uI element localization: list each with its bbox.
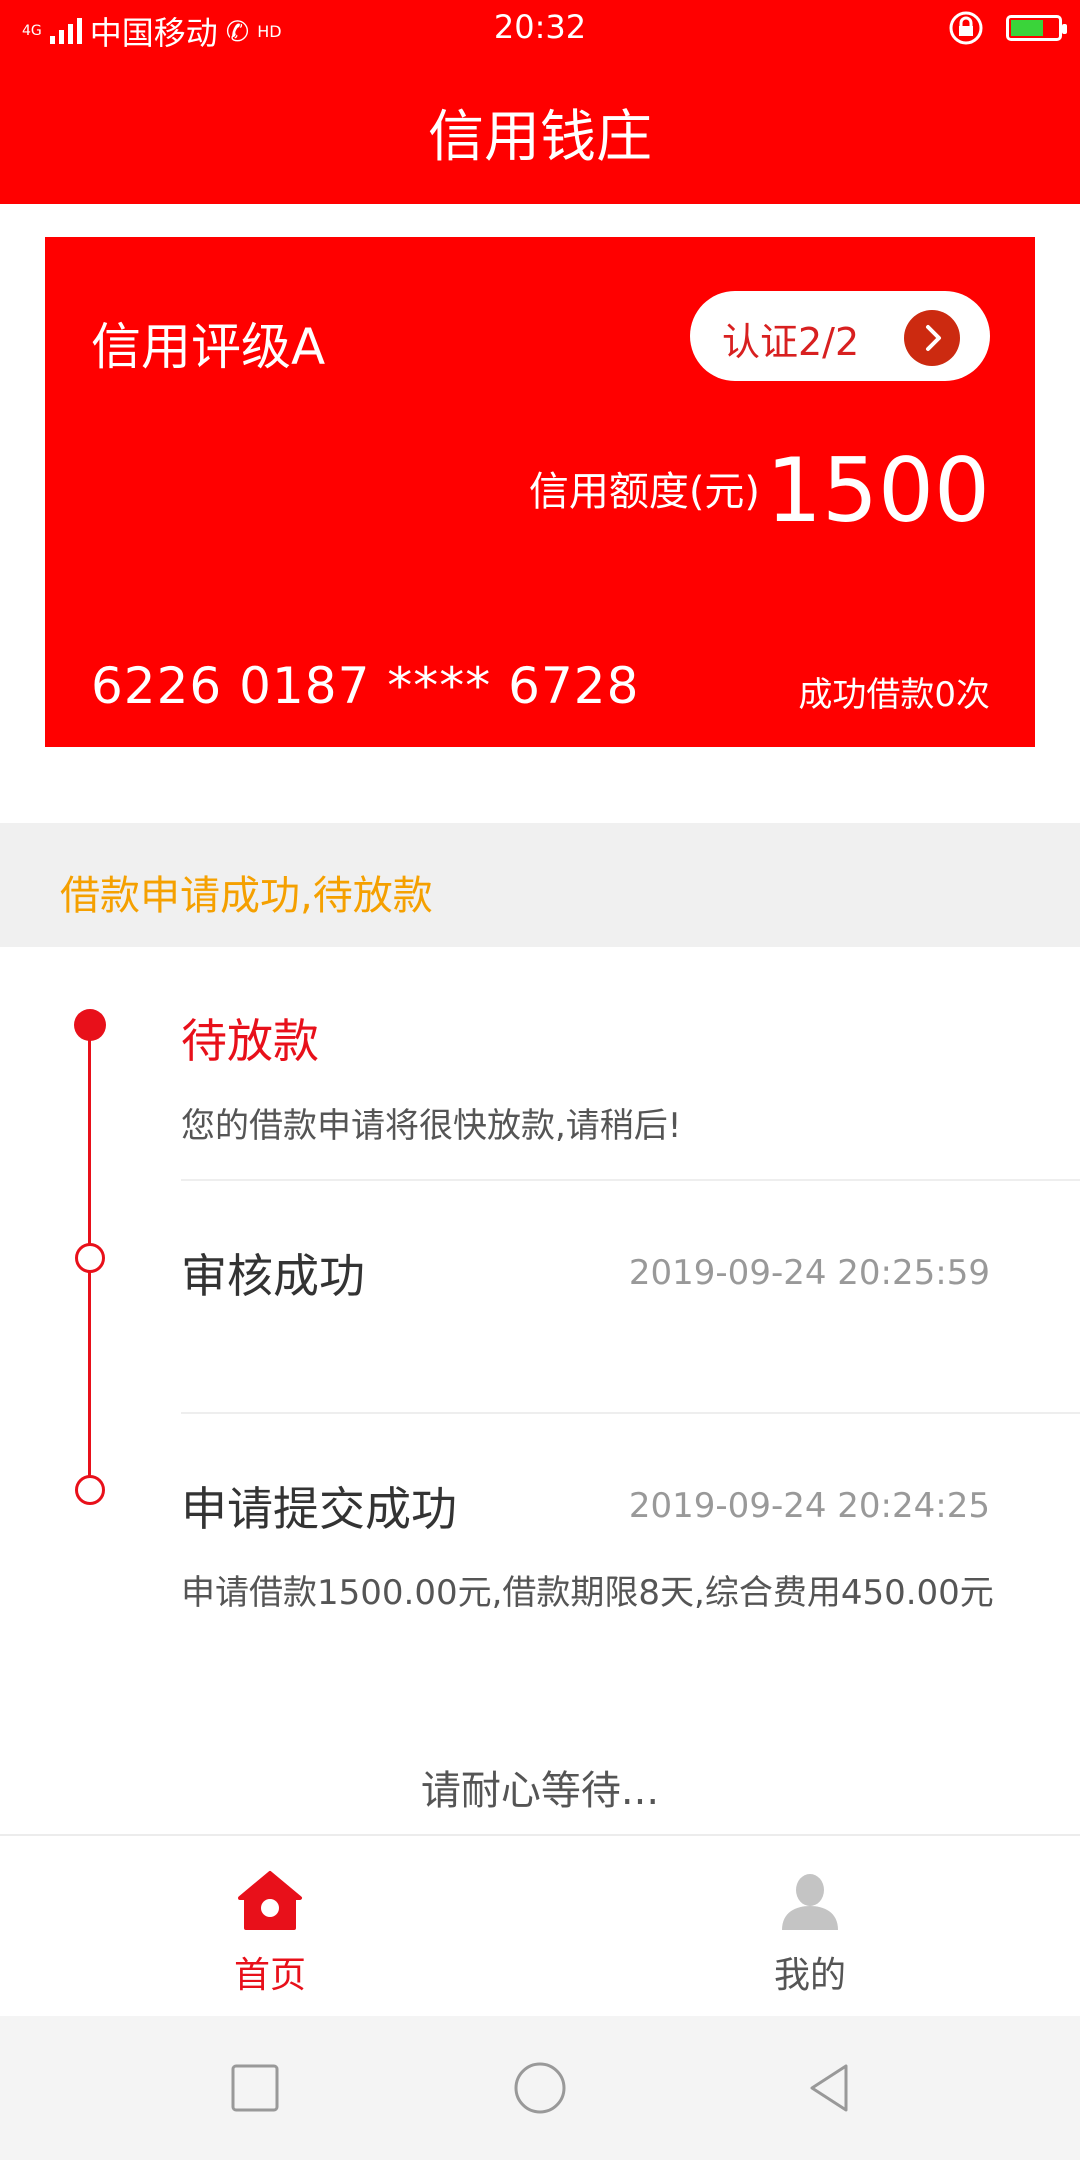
home-nav-icon[interactable] [514, 2062, 566, 2114]
app-header-bar: 4G 中国移动 ✆ HD 20:32 信用钱庄 [0, 0, 1080, 204]
user-icon [782, 1874, 838, 1930]
waiting-text: 请耐心等待... [420, 1768, 660, 1814]
timeline-desc-pending: 您的借款申请将很快放款,请稍后! [181, 1106, 682, 1146]
status-time: 20:32 [493, 8, 587, 46]
credit-limit-label: 信用额度(元) [528, 469, 761, 515]
bottom-tab-bar: 首页 我的 [0, 1834, 1080, 2018]
status-right [948, 10, 1067, 46]
certification-button[interactable]: 认证2/2 [690, 291, 990, 381]
credit-card: 信用评级A 认证2/2 信用额度(元) 1500 6226 0187 **** … [45, 237, 1035, 747]
timeline-title-reviewed: 审核成功 [181, 1249, 365, 1303]
home-icon [238, 1871, 302, 1930]
rotation-lock-icon [949, 11, 983, 45]
status-notice: 借款申请成功,待放款 [0, 823, 1080, 947]
tab-home-label: 首页 [233, 1955, 306, 1996]
certification-label: 认证2/2 [722, 320, 860, 364]
timeline-dot [75, 1475, 105, 1505]
tab-mine-label: 我的 [773, 1955, 846, 1996]
timeline-time-submitted: 2019-09-24 20:24:25 [628, 1486, 990, 1526]
timeline-dot-active [74, 1009, 106, 1041]
notice-text: 借款申请成功,待放款 [60, 873, 433, 919]
success-loan-count: 成功借款0次 [798, 675, 990, 715]
timeline-desc-submitted: 申请借款1500.00元,借款期限8天,综合费用450.00元 [181, 1573, 994, 1613]
credit-limit-value: 1500 [766, 439, 990, 542]
credit-limit: 信用额度(元) 1500 [529, 447, 990, 535]
recent-apps-icon[interactable] [229, 2062, 281, 2114]
timeline-dot [75, 1243, 105, 1273]
tab-mine[interactable]: 我的 [540, 1836, 1080, 2018]
chevron-right-icon [904, 310, 960, 366]
timeline-time-reviewed: 2019-09-24 20:25:59 [628, 1253, 990, 1293]
status-bar: 4G 中国移动 ✆ HD 20:32 [0, 0, 1080, 56]
timeline-title-pending: 待放款 [181, 1014, 319, 1068]
back-icon[interactable] [804, 2062, 856, 2114]
card-number: 6226 0187 **** 6728 [91, 657, 640, 715]
page-title: 信用钱庄 [428, 105, 652, 170]
timeline-title-submitted: 申请提交成功 [181, 1482, 457, 1536]
system-nav-bar [0, 2016, 1080, 2160]
credit-rating: 信用评级A [91, 318, 326, 376]
tab-home[interactable]: 首页 [0, 1836, 540, 2018]
divider [181, 1412, 1080, 1414]
divider [181, 1179, 1080, 1181]
battery-icon [1006, 15, 1067, 41]
